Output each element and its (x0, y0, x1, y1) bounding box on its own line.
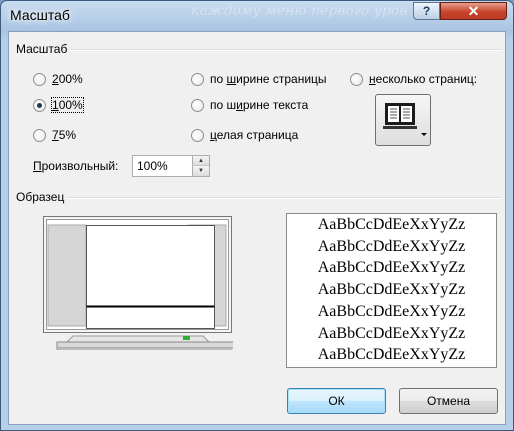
close-button[interactable]: ✕ (440, 2, 507, 20)
zoom-dialog: каждому меню первого уров Масштаб ? ✕ Ма… (0, 0, 514, 431)
dialog-body: Масштаб 200% 100% 75% по ширине страницы… (8, 31, 506, 425)
radio-many-pages-label: несколько страниц: (369, 72, 478, 86)
sample-line: AaBbCcDdEeXxYyZz (317, 302, 466, 320)
monitor-preview-image (43, 216, 244, 350)
radio-200-label: 200% (52, 72, 83, 86)
zoom-group-divider (15, 49, 501, 51)
sample-line: AaBbCcDdEeXxYyZz (317, 281, 466, 299)
custom-zoom-label: Произвольный: (33, 159, 119, 173)
preview-group-label: Образец (16, 190, 69, 204)
radio-text-width-label: по ширине текста (210, 98, 309, 112)
zoom-group-label: Масштаб (16, 42, 72, 56)
radio-75-label: 75% (52, 128, 77, 142)
radio-page-width[interactable]: по ширине страницы (191, 72, 327, 86)
radio-many-pages[interactable]: несколько страниц: (350, 72, 477, 86)
preview-group-divider (15, 197, 501, 199)
radio-200[interactable]: 200% (33, 72, 83, 86)
radio-100[interactable]: 100% (33, 97, 84, 113)
radio-many-pages-button[interactable] (350, 72, 363, 86)
sample-line: AaBbCcDdEeXxYyZz (317, 259, 466, 277)
radio-75-button[interactable] (33, 128, 46, 142)
cancel-button[interactable]: Отмена (399, 388, 498, 414)
spin-down-icon[interactable]: ▼ (192, 166, 209, 176)
many-pages-button[interactable] (375, 94, 431, 146)
radio-whole-page[interactable]: целая страница (191, 128, 298, 142)
page-preview (43, 216, 244, 369)
help-icon: ? (422, 4, 431, 18)
custom-zoom-spinner[interactable]: 100% ▲ ▼ (132, 155, 210, 177)
title-bar-background-text: каждому меню первого уров (191, 3, 408, 19)
radio-200-button[interactable] (33, 72, 46, 86)
custom-zoom-value[interactable]: 100% (137, 159, 168, 173)
sample-line: AaBbCcDdEeXxYyZz (317, 346, 466, 364)
spin-up-icon[interactable]: ▲ (192, 156, 209, 166)
radio-75[interactable]: 75% (33, 128, 76, 142)
radio-100-button[interactable] (33, 98, 46, 112)
sample-line: AaBbCcDdEeXxYyZz (317, 216, 466, 233)
radio-100-label: 100% (51, 97, 84, 113)
window-title: Масштаб (10, 7, 70, 23)
radio-text-width[interactable]: по ширине текста (191, 98, 308, 112)
radio-text-width-button[interactable] (191, 98, 204, 112)
monitor-pages-icon (383, 103, 427, 136)
sample-text-box: AaBbCcDdEeXxYyZz AaBbCcDdEeXxYyZz AaBbCc… (286, 213, 497, 368)
radio-whole-page-button[interactable] (191, 128, 204, 142)
ok-button[interactable]: ОК (287, 388, 386, 414)
radio-whole-page-label: целая страница (210, 128, 299, 142)
title-bar[interactable]: каждому меню первого уров Масштаб ? ✕ (1, 1, 513, 31)
sample-line: AaBbCcDdEeXxYyZz (317, 324, 466, 342)
help-button[interactable]: ? (413, 2, 440, 20)
radio-page-width-label: по ширине страницы (210, 72, 327, 86)
radio-page-width-button[interactable] (191, 72, 204, 86)
sample-line: AaBbCcDdEeXxYyZz (317, 237, 466, 255)
close-icon: ✕ (467, 3, 480, 19)
